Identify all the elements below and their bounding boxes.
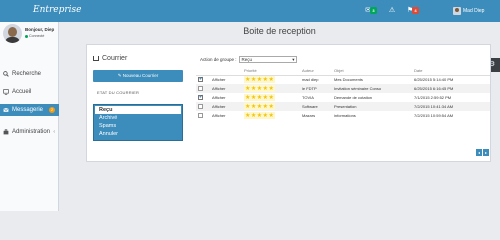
desktop-icon xyxy=(3,89,9,95)
row-checkbox[interactable] xyxy=(198,94,203,101)
warning-icon[interactable]: ⚠ xyxy=(386,5,398,17)
pager-next-button[interactable]: ▸ xyxy=(483,149,489,156)
user-greeting: Bonjour, Diep xyxy=(25,27,55,32)
sidebar-item-accueil[interactable]: Accueil xyxy=(0,86,59,98)
sidebar-item-label: Recherche xyxy=(12,71,42,77)
group-action: Action de groupe : Reçu xyxy=(200,56,297,63)
folder-item-spams[interactable]: Spams xyxy=(94,122,182,130)
messages-count-badge: 3 xyxy=(370,7,377,14)
search-icon xyxy=(3,71,9,77)
row-date: 6/25/2015 5:14:40 PM xyxy=(414,77,454,83)
row-view-link[interactable]: Afficher xyxy=(210,75,242,84)
row-subject: Demande de cotation xyxy=(334,95,373,100)
page-title: Boite de reception xyxy=(243,26,316,36)
priority-stars[interactable]: ★★★★★ xyxy=(245,104,274,110)
briefcase-icon xyxy=(3,129,9,135)
sidebar-item-messagerie[interactable]: Messagerie 2 xyxy=(0,104,59,116)
row-view-link[interactable]: Afficher xyxy=(210,84,242,93)
sidebar-item-recherche[interactable]: Recherche xyxy=(0,68,59,80)
folder-item-recu[interactable]: Reçu xyxy=(95,106,181,114)
row-author: Software xyxy=(300,102,332,111)
header-select xyxy=(196,66,210,76)
row-subject: Invitation séminaire Conso xyxy=(332,84,412,93)
sidebar: Bonjour, Diep Connecté Recherche Accueil… xyxy=(0,22,59,211)
user-menu-label: Mad Diep xyxy=(463,8,485,14)
priority-stars[interactable]: ★★★★★ xyxy=(245,95,274,101)
sidebar-item-administration[interactable]: Administration ‹ xyxy=(0,126,59,138)
tasks-count-badge: 4 xyxy=(412,7,419,14)
header-auteur[interactable]: Auteur xyxy=(300,66,332,76)
row-checkbox[interactable] xyxy=(198,104,203,110)
mail-icon xyxy=(3,107,9,112)
group-action-label: Action de groupe : xyxy=(200,57,237,62)
group-action-select[interactable]: Reçu xyxy=(238,56,297,63)
table-row[interactable]: Afficher ★★★★★ Software Presentation 7/2… xyxy=(196,102,490,111)
mail-state-label: ETAT DU COURRIER xyxy=(97,90,140,95)
pager-prev-button[interactable]: ◂ xyxy=(476,149,482,156)
row-date: 7/2/2015 10:41:34 AM xyxy=(412,102,490,111)
user-menu[interactable]: Mad Diep xyxy=(453,6,484,16)
new-mail-button[interactable]: ✎ Nouveau Courrier xyxy=(93,70,183,82)
row-checkbox[interactable] xyxy=(198,113,203,119)
table-row[interactable]: Afficher ★★★★★ mad diep Mes Documents 6/… xyxy=(196,75,490,84)
header-priorite[interactable]: Priorité xyxy=(242,66,300,76)
sidebar-item-label: Administration xyxy=(12,129,51,135)
header-action xyxy=(210,66,242,76)
chevron-left-icon: ‹ xyxy=(53,129,55,135)
sidebar-item-label: Messagerie xyxy=(12,107,44,113)
priority-stars[interactable]: ★★★★★ xyxy=(245,86,274,92)
user-avatar-small xyxy=(453,7,461,15)
folder-item-annuler[interactable]: Annuler xyxy=(94,130,182,138)
row-date: 7/1/2015 2:59:52 PM xyxy=(414,95,452,100)
priority-stars[interactable]: ★★★★★ xyxy=(245,113,274,119)
new-mail-button-label: Nouveau Courrier xyxy=(122,73,159,78)
header-objet[interactable]: Objet xyxy=(332,66,412,76)
top-navbar: Entreprise ✉ 3 ⚠ ⚑ 4 Mad Diep xyxy=(0,0,500,22)
row-view-link[interactable]: Afficher xyxy=(210,93,242,102)
table-row[interactable]: Afficher ★★★★★ TOVIA Demande de cotation… xyxy=(196,93,490,102)
pencil-icon: ✎ xyxy=(117,73,122,78)
folder-list[interactable]: Reçu Archivé Spams Annuler xyxy=(93,104,183,141)
app-logo[interactable]: Entreprise xyxy=(33,5,82,15)
row-date: 7/2/2015 10:59:54 AM xyxy=(414,113,454,118)
row-author: TOVIA xyxy=(302,95,314,100)
row-subject: Mes Documents xyxy=(334,77,363,83)
sidebar-item-label: Accueil xyxy=(12,89,32,95)
folder-item-archive[interactable]: Archivé xyxy=(94,114,182,122)
table-row[interactable]: Afficher ★★★★★ Mazars informations 7/2/2… xyxy=(196,111,490,120)
row-author: mad diep xyxy=(302,77,319,83)
mail-table: Priorité Auteur Objet Date Afficher ★★★★… xyxy=(196,66,490,120)
courrier-heading: Courrier xyxy=(93,55,127,62)
courrier-title: Courrier xyxy=(102,55,128,62)
row-subject: informations xyxy=(334,113,356,118)
row-checkbox[interactable] xyxy=(198,76,203,83)
avatar xyxy=(3,24,22,43)
online-status-dot xyxy=(25,34,28,38)
table-row[interactable]: Afficher ★★★★★ le FDTP Invitation sémina… xyxy=(196,84,490,93)
row-view-link[interactable]: Afficher xyxy=(210,102,242,111)
row-author: le FDTP xyxy=(300,84,332,93)
user-status-label: Connecté xyxy=(29,34,45,38)
user-status: Connecté xyxy=(25,34,44,38)
user-panel: Bonjour, Diep Connecté xyxy=(0,22,59,46)
row-view-link[interactable]: Afficher xyxy=(210,111,242,120)
inbox-icon xyxy=(93,56,99,61)
row-date: 6/25/2015 6:16:45 PM xyxy=(412,84,490,93)
row-checkbox[interactable] xyxy=(198,86,203,92)
priority-stars[interactable]: ★★★★★ xyxy=(245,77,274,83)
row-author: Mazars xyxy=(302,113,316,118)
header-date[interactable]: Date xyxy=(412,66,490,76)
row-subject: Presentation xyxy=(332,102,412,111)
messagerie-count-badge: 2 xyxy=(49,107,55,113)
table-header-row: Priorité Auteur Objet Date xyxy=(196,66,490,76)
